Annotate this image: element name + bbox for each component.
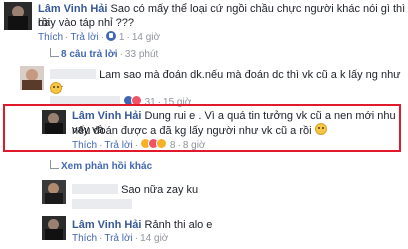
view-replies-link[interactable]: 8 câu trả lời <box>61 49 118 60</box>
comment-text-cont: bay vào táp nhỉ ??? <box>38 17 135 29</box>
reply-arrow-icon <box>50 160 59 169</box>
avatar[interactable] <box>20 66 44 90</box>
like-link[interactable]: Thích <box>72 233 97 244</box>
sad-reaction-icon <box>156 138 168 149</box>
reply-link[interactable]: Trả lời <box>104 140 132 151</box>
comment-text: Sao nữa zay ku <box>121 184 199 196</box>
comment-author[interactable]: Lâm Vinh Hải <box>72 110 141 122</box>
reply-link[interactable]: Trả lời <box>104 233 132 244</box>
avatar[interactable] <box>42 110 66 134</box>
comment-author[interactable]: Lâm Vinh Hải <box>38 3 107 15</box>
redacted-author <box>72 184 118 194</box>
redacted-actions <box>72 199 132 209</box>
comment-text: Rảnh thi alo e <box>144 219 213 231</box>
replies-time: 33 phút <box>124 49 159 60</box>
like-reaction-icon <box>106 31 117 41</box>
avatar[interactable] <box>4 2 32 30</box>
comment-text-cont: nếu đoán được a đã kg lấy người như vk c… <box>72 125 312 137</box>
comment-text: Lam sao mà đoán dk.nếu mà đoán dc thì vk… <box>50 69 401 95</box>
redacted-author <box>50 69 96 79</box>
avatar[interactable] <box>42 216 66 240</box>
reply-arrow-icon <box>50 48 59 57</box>
more-replies-link[interactable]: Xem phản hồi khác <box>61 161 152 172</box>
smiley-emoji-icon <box>314 123 327 135</box>
like-link[interactable]: Thích <box>72 140 97 151</box>
smiley-emoji-icon <box>50 82 62 94</box>
comment-author[interactable]: Lâm Vinh Hải <box>72 219 141 231</box>
like-link[interactable]: Thích <box>38 32 63 43</box>
avatar[interactable] <box>42 180 66 204</box>
timestamp[interactable]: 14 giờ <box>132 32 160 43</box>
reply-link[interactable]: Trả lời <box>70 32 98 43</box>
timestamp[interactable]: 14 giờ <box>140 233 168 244</box>
timestamp[interactable]: 8 giờ <box>183 140 206 151</box>
